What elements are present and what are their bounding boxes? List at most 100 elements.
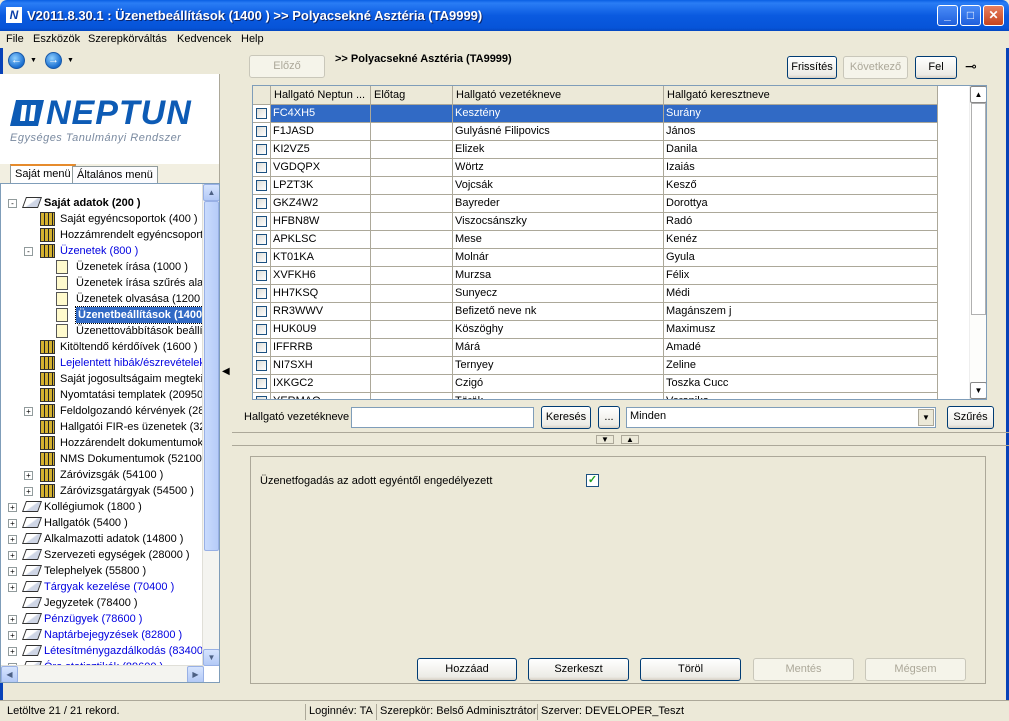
table-row[interactable]: IFFRRB Márá Amadé: [253, 339, 969, 357]
table-row[interactable]: VGDQPX Wörtz Izaiás: [253, 159, 969, 177]
row-checkbox[interactable]: [253, 213, 271, 231]
table-row[interactable]: LPZT3K Vojcsák Kesző: [253, 177, 969, 195]
table-row[interactable]: FC4XH5 Kesztény Surány: [253, 105, 969, 123]
next-button[interactable]: Következő: [843, 56, 908, 79]
expand-icon[interactable]: +: [8, 631, 17, 640]
title-bar[interactable]: N V2011.8.30.1 : Üzenetbeállítások (1400…: [0, 0, 1009, 31]
checkbox-icon[interactable]: [256, 144, 267, 155]
refresh-button[interactable]: Frissítés: [787, 56, 837, 79]
table-row[interactable]: HFBN8W Viszocsánszky Radó: [253, 213, 969, 231]
checkbox-icon[interactable]: [256, 360, 267, 371]
save-button[interactable]: Mentés: [753, 658, 854, 681]
add-button[interactable]: Hozzáad: [417, 658, 517, 681]
grid-scroll-up-icon[interactable]: ▲: [970, 86, 986, 103]
grid-scroll-thumb[interactable]: [971, 103, 986, 315]
checkbox-icon[interactable]: [256, 396, 267, 399]
filter-combo[interactable]: Minden ▼: [626, 407, 936, 428]
tab-sajat-menu[interactable]: Saját menü: [10, 164, 76, 183]
grid-header-elotag[interactable]: Előtag: [371, 86, 453, 105]
collapse-icon[interactable]: -: [8, 199, 17, 208]
expand-icon[interactable]: +: [8, 567, 17, 576]
row-checkbox[interactable]: [253, 105, 271, 123]
row-checkbox[interactable]: [253, 357, 271, 375]
forward-dropdown-icon[interactable]: ▼: [67, 57, 74, 64]
tree-vertical-scrollbar[interactable]: ▲ ▼: [202, 184, 219, 666]
row-checkbox[interactable]: [253, 123, 271, 141]
checkbox-icon[interactable]: [256, 306, 267, 317]
expand-icon[interactable]: +: [24, 471, 33, 480]
lookup-button[interactable]: ...: [598, 406, 620, 429]
filter-button[interactable]: Szűrés: [947, 406, 994, 429]
table-row[interactable]: YERMAQ TörökVeronika: [253, 393, 969, 399]
row-checkbox[interactable]: [253, 285, 271, 303]
row-checkbox[interactable]: [253, 249, 271, 267]
checkbox-icon[interactable]: [256, 126, 267, 137]
checkbox-icon[interactable]: [256, 216, 267, 227]
expand-icon[interactable]: +: [24, 487, 33, 496]
prev-button[interactable]: Előző: [249, 55, 325, 78]
tree-horizontal-scrollbar[interactable]: ◀ ▶: [1, 665, 204, 682]
tab-altalanos-menu[interactable]: Általános menü: [72, 166, 158, 183]
row-checkbox[interactable]: [253, 159, 271, 177]
horizontal-splitter[interactable]: ▼ ▲: [232, 432, 1009, 446]
menu-kedvencek[interactable]: Kedvencek: [177, 33, 231, 45]
collapse-icon[interactable]: -: [24, 247, 33, 256]
back-dropdown-icon[interactable]: ▼: [30, 57, 37, 64]
search-button[interactable]: Keresés: [541, 406, 591, 429]
checkbox-icon[interactable]: [256, 342, 267, 353]
table-row[interactable]: APKLSC Mese Kenéz: [253, 231, 969, 249]
collapse-up-icon[interactable]: ▲: [621, 435, 639, 444]
table-row[interactable]: NI7SXH Ternyey Zeline: [253, 357, 969, 375]
row-checkbox[interactable]: [253, 267, 271, 285]
scroll-right-icon[interactable]: ▶: [187, 666, 204, 682]
table-row[interactable]: IXKGC2 Czigó Toszka Cucc: [253, 375, 969, 393]
table-row[interactable]: HH7KSQ Sunyecz Médi: [253, 285, 969, 303]
checkbox-icon[interactable]: [256, 180, 267, 191]
up-button[interactable]: Fel: [915, 56, 957, 79]
expand-icon[interactable]: +: [8, 503, 17, 512]
row-checkbox[interactable]: [253, 303, 271, 321]
filter-input[interactable]: [351, 407, 534, 428]
menu-szerepkorvaltas[interactable]: Szerepkörváltás: [88, 33, 167, 45]
scroll-thumb[interactable]: [204, 201, 219, 551]
edit-button[interactable]: Szerkeszt: [528, 658, 629, 681]
table-row[interactable]: HUK0U9 Köszöghy Maximusz: [253, 321, 969, 339]
checkbox-icon[interactable]: [256, 162, 267, 173]
table-row[interactable]: KI2VZ5 Elizek Danila: [253, 141, 969, 159]
grid-header-neptun[interactable]: Hallgató Neptun ...: [271, 86, 371, 105]
panel-splitter[interactable]: ◀: [220, 48, 232, 700]
expand-icon[interactable]: +: [8, 535, 17, 544]
scroll-down-icon[interactable]: ▼: [203, 649, 219, 666]
menu-help[interactable]: Help: [241, 33, 264, 45]
table-row[interactable]: RR3WWV Befizető neve nk Magánszem j: [253, 303, 969, 321]
row-checkbox[interactable]: [253, 141, 271, 159]
checkbox-icon[interactable]: [256, 234, 267, 245]
row-checkbox[interactable]: [253, 375, 271, 393]
checkbox-icon[interactable]: [256, 270, 267, 281]
checkbox-icon[interactable]: [256, 288, 267, 299]
chevron-down-icon[interactable]: ▼: [918, 409, 934, 426]
close-button[interactable]: ✕: [983, 5, 1004, 26]
scroll-up-icon[interactable]: ▲: [203, 184, 219, 201]
expand-icon[interactable]: +: [24, 407, 33, 416]
collapse-left-icon[interactable]: ◀: [222, 366, 230, 380]
scroll-left-icon[interactable]: ◀: [1, 666, 18, 682]
row-checkbox[interactable]: [253, 339, 271, 357]
delete-button[interactable]: Töröl: [640, 658, 741, 681]
row-checkbox[interactable]: [253, 195, 271, 213]
table-row[interactable]: XVFKH6 Murzsa Félix: [253, 267, 969, 285]
collapse-down-icon[interactable]: ▼: [596, 435, 614, 444]
checkbox-icon[interactable]: [256, 252, 267, 263]
table-row[interactable]: F1JASD Gulyásné Filipovics János: [253, 123, 969, 141]
cancel-button[interactable]: Mégsem: [865, 658, 966, 681]
row-checkbox[interactable]: [253, 177, 271, 195]
expand-icon[interactable]: +: [8, 519, 17, 528]
menu-file[interactable]: File: [6, 33, 24, 45]
pin-icon[interactable]: ⊸: [965, 58, 977, 75]
expand-icon[interactable]: +: [8, 647, 17, 656]
table-row[interactable]: GKZ4W2 Bayreder Dorottya: [253, 195, 969, 213]
minimize-button[interactable]: _: [937, 5, 958, 26]
table-row[interactable]: KT01KA Molnár Gyula: [253, 249, 969, 267]
grid-scroll-down-icon[interactable]: ▼: [970, 382, 986, 399]
checkbox-icon[interactable]: [256, 324, 267, 335]
